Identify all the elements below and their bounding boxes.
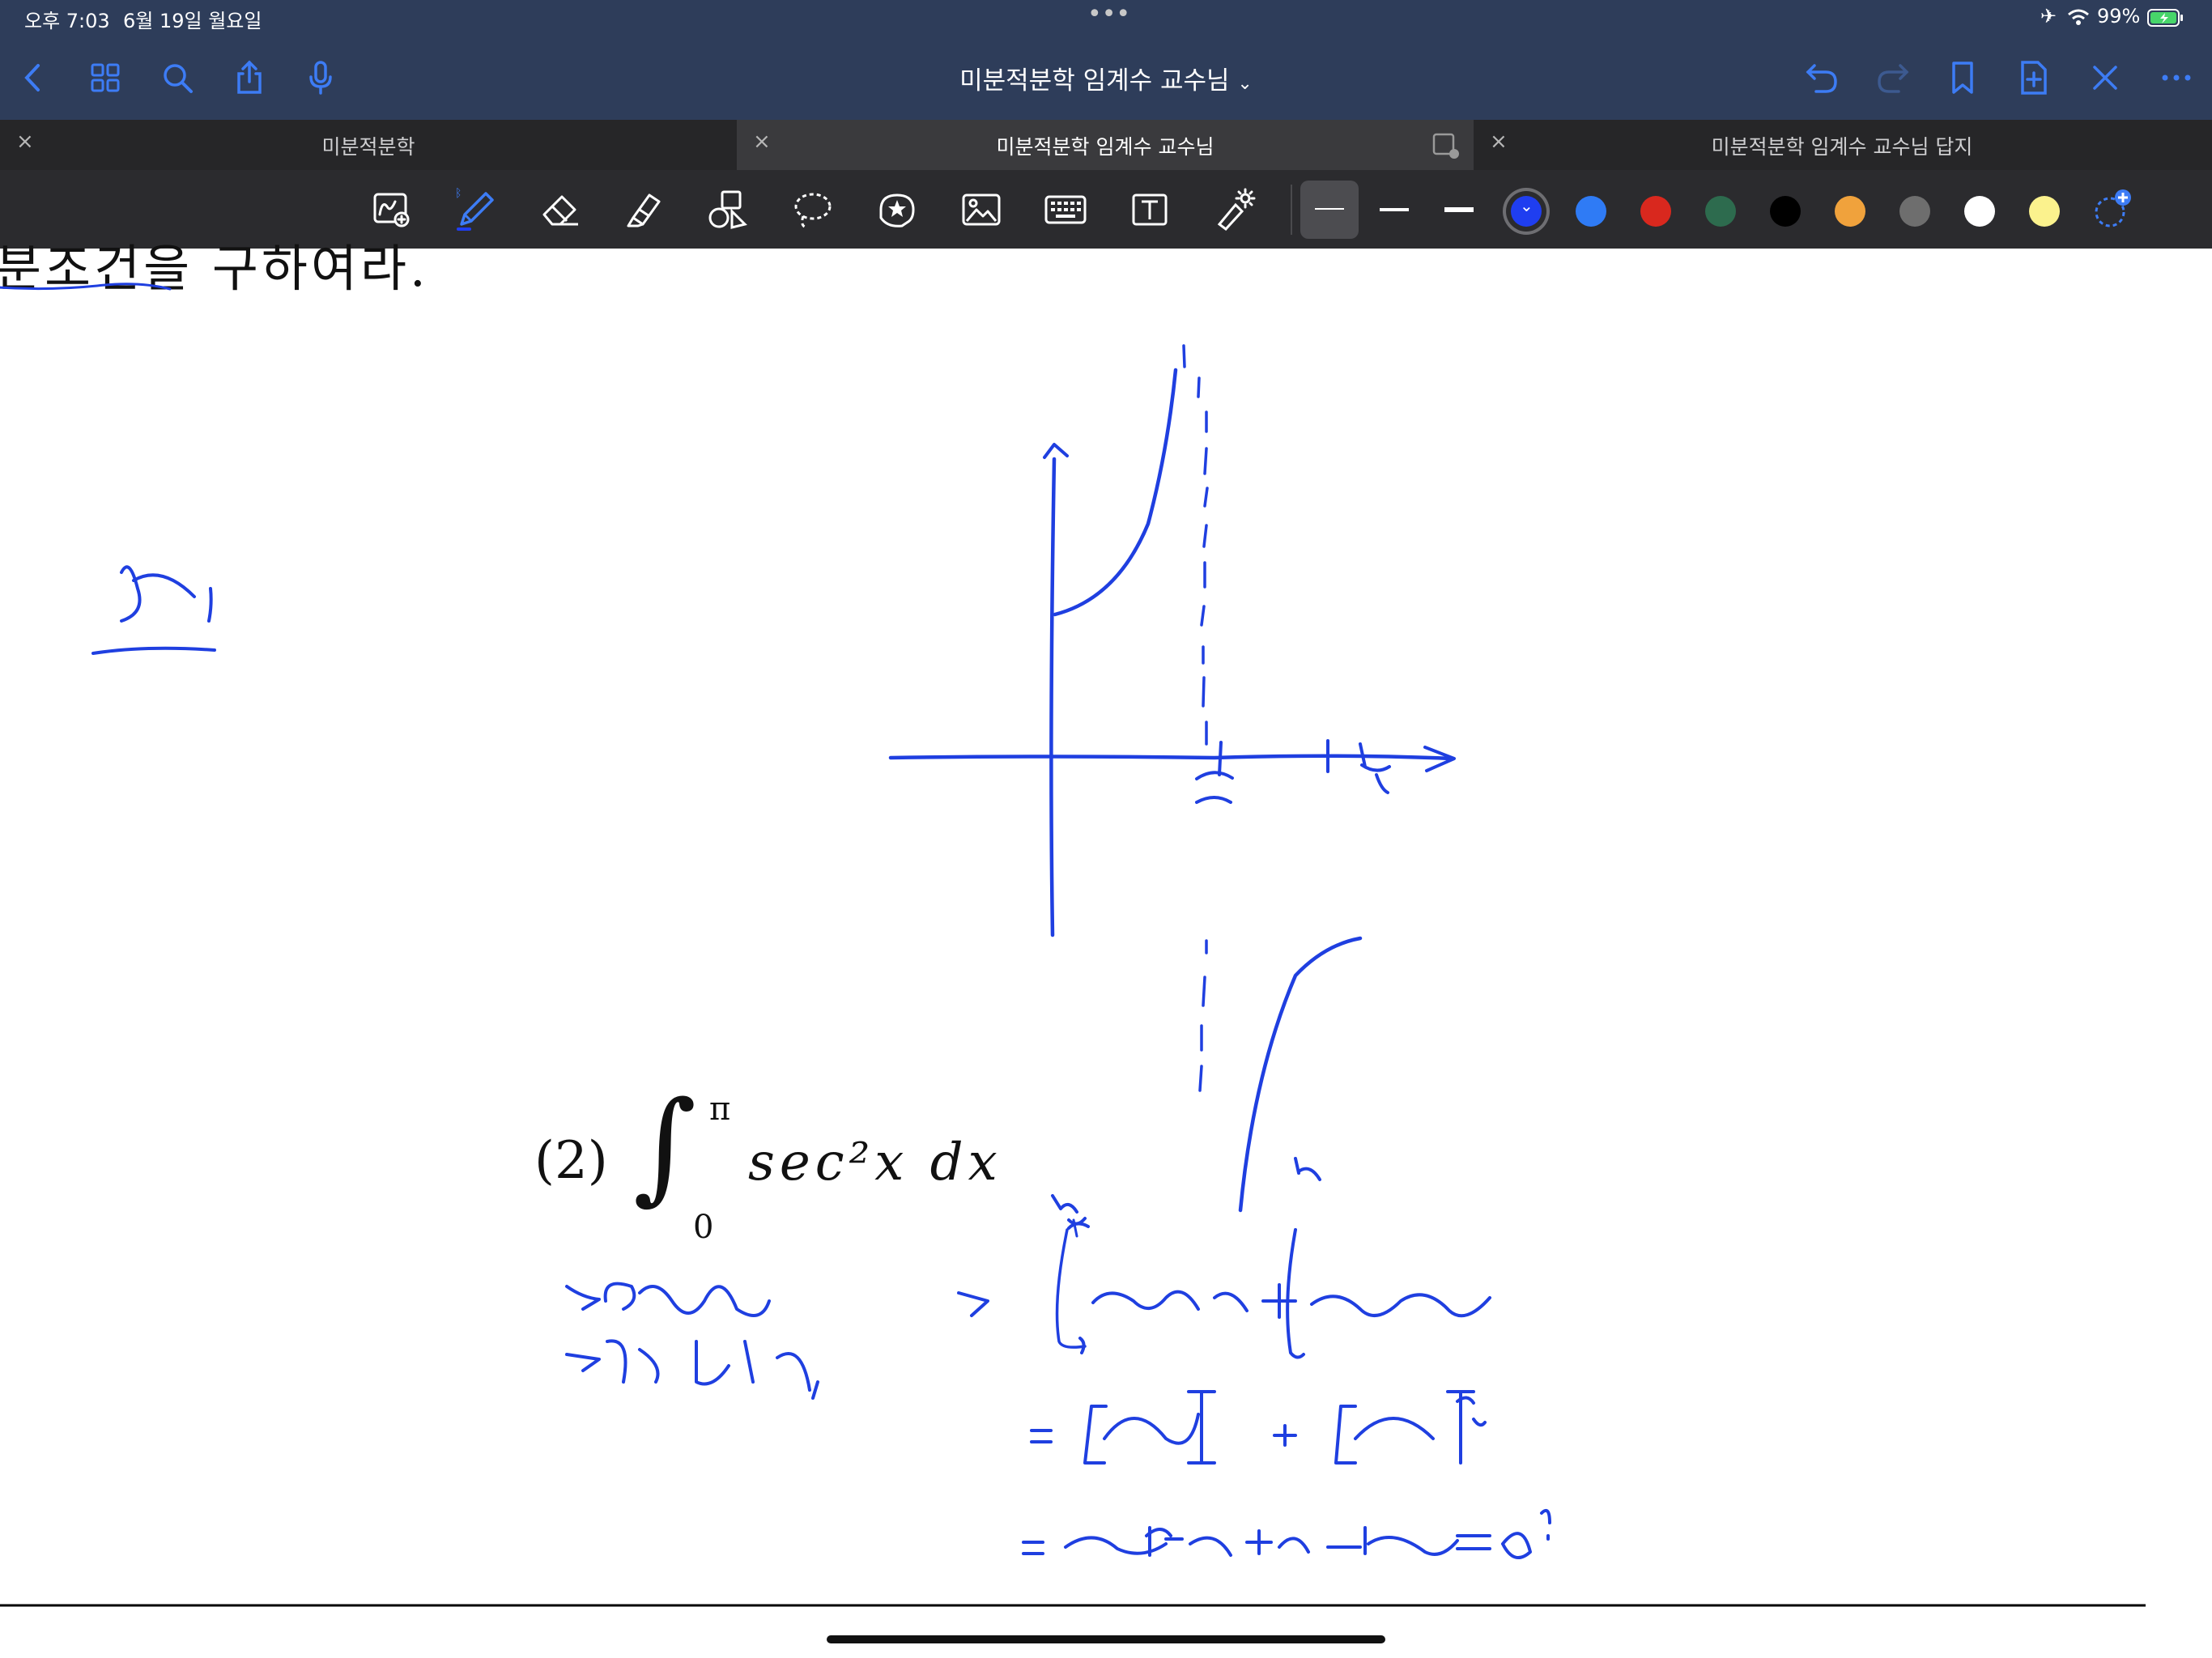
stroke-thin-line — [1315, 208, 1344, 210]
highlighter-icon — [627, 193, 661, 227]
voice-record-button[interactable] — [298, 55, 343, 100]
close-pen-icon — [2093, 66, 2117, 90]
color-swatch-3[interactable] — [1640, 196, 1671, 227]
navigation-bar: 오후 7:03 6월 19일 월요일 ••• ✈ 99% 미분적분학 임계수 교… — [0, 0, 2212, 120]
tab-label: 미분적분학 — [321, 135, 415, 159]
split-view-icon[interactable] — [1431, 131, 1461, 160]
color-swatch-2[interactable] — [1576, 196, 1606, 227]
close-pen-mode-button[interactable] — [2082, 55, 2128, 100]
color-swatch-1[interactable]: ⌄ — [1511, 196, 1542, 227]
shapes-icon — [708, 190, 747, 229]
image-tool[interactable] — [955, 184, 1007, 236]
stroke-width-thick[interactable] — [1430, 181, 1488, 239]
pen-icon: ᛒ — [455, 187, 494, 231]
home-indicator[interactable] — [827, 1635, 1385, 1643]
add-color-icon[interactable] — [2092, 185, 2138, 233]
wifi-icon — [2068, 9, 2089, 25]
search-button[interactable] — [155, 55, 200, 100]
airplane-icon: ✈ — [2040, 5, 2057, 28]
redo-button[interactable] — [1870, 55, 1916, 100]
color-swatch-8[interactable] — [1964, 196, 1995, 227]
text-box-tool[interactable] — [1124, 184, 1176, 236]
chevron-down-icon: ⌄ — [1237, 74, 1253, 94]
microphone-icon — [309, 61, 332, 95]
stroke-medium-line — [1380, 208, 1409, 211]
tab-label: 미분적분학 임계수 교수님 답지 — [1711, 135, 1973, 159]
top-chrome: 오후 7:03 6월 19일 월요일 ••• ✈ 99% 미분적분학 임계수 교… — [0, 0, 2212, 249]
keyboard-icon — [1044, 195, 1087, 224]
status-date: 6월 19일 월요일 — [123, 10, 262, 32]
document-tabs: × 미분적분학 × 미분적분학 임계수 교수님 × 미분적분학 임계수 교수님 … — [0, 120, 2212, 170]
svg-text:ᛒ: ᛒ — [455, 187, 462, 200]
undo-button[interactable] — [1799, 55, 1844, 100]
bookmark-button[interactable] — [1940, 55, 1985, 100]
highlighter-tool[interactable] — [619, 184, 670, 236]
keyboard-tool[interactable] — [1040, 184, 1091, 236]
add-page-button[interactable] — [2011, 55, 2057, 100]
sticker-tool[interactable] — [871, 184, 923, 236]
tab-label: 미분적분학 임계수 교수님 — [996, 135, 1214, 159]
redo-icon — [1878, 64, 1909, 93]
laser-pointer-icon — [1217, 188, 1256, 232]
pen-tool[interactable]: ᛒ — [450, 184, 502, 236]
stroke-width-thin[interactable] — [1300, 181, 1359, 239]
lasso-tool[interactable] — [787, 184, 839, 236]
eraser-tool[interactable] — [534, 184, 586, 236]
tab-document-3[interactable]: × 미분적분학 임계수 교수님 답지 — [1474, 120, 2210, 170]
add-page-icon — [2021, 61, 2047, 95]
shapes-tool[interactable] — [703, 184, 755, 236]
back-button[interactable] — [11, 55, 57, 100]
more-button[interactable] — [2154, 55, 2199, 100]
color-swatch-9[interactable] — [2029, 196, 2060, 227]
document-title[interactable]: 미분적분학 임계수 교수님 ⌄ — [863, 60, 1349, 96]
share-button[interactable] — [227, 55, 272, 100]
multitasking-dots[interactable]: ••• — [1087, 0, 1130, 28]
bookmark-icon — [1952, 62, 1973, 94]
lasso-icon — [794, 193, 832, 229]
grid-icon — [91, 63, 120, 92]
eraser-icon — [542, 195, 578, 226]
thumbnails-button[interactable] — [83, 55, 128, 100]
sticker-icon — [879, 193, 915, 227]
tab-document-1[interactable]: × 미분적분학 — [0, 120, 737, 170]
image-icon — [962, 193, 1001, 226]
more-icon — [2162, 74, 2191, 81]
color-swatch-4[interactable] — [1705, 196, 1736, 227]
selected-chevron-icon: ⌄ — [1520, 196, 1534, 215]
color-swatch-7[interactable] — [1899, 196, 1930, 227]
laser-pointer-tool[interactable] — [1208, 184, 1260, 236]
battery-percent: 99% — [2097, 5, 2141, 28]
back-chevron-icon — [24, 64, 40, 91]
undo-icon — [1806, 64, 1837, 93]
search-icon — [164, 64, 193, 93]
stroke-width-medium[interactable] — [1365, 181, 1423, 239]
shape-magic-icon — [373, 193, 410, 227]
handwritten-ink-layer — [0, 283, 2146, 1607]
battery-icon — [2147, 9, 2183, 27]
stroke-thick-line — [1444, 207, 1474, 212]
color-swatch-6[interactable] — [1835, 196, 1865, 227]
note-page[interactable]: 분조건을 구하여라. (2) ∫ π 0 sec²x dx — [0, 239, 2212, 1658]
tab-document-2[interactable]: × 미분적분학 임계수 교수님 — [737, 120, 1474, 170]
text-box-icon — [1132, 193, 1168, 226]
status-time: 오후 7:03 — [24, 10, 110, 32]
share-icon — [237, 60, 262, 94]
toolbar-divider — [1291, 185, 1292, 235]
color-swatch-5[interactable] — [1770, 196, 1801, 227]
